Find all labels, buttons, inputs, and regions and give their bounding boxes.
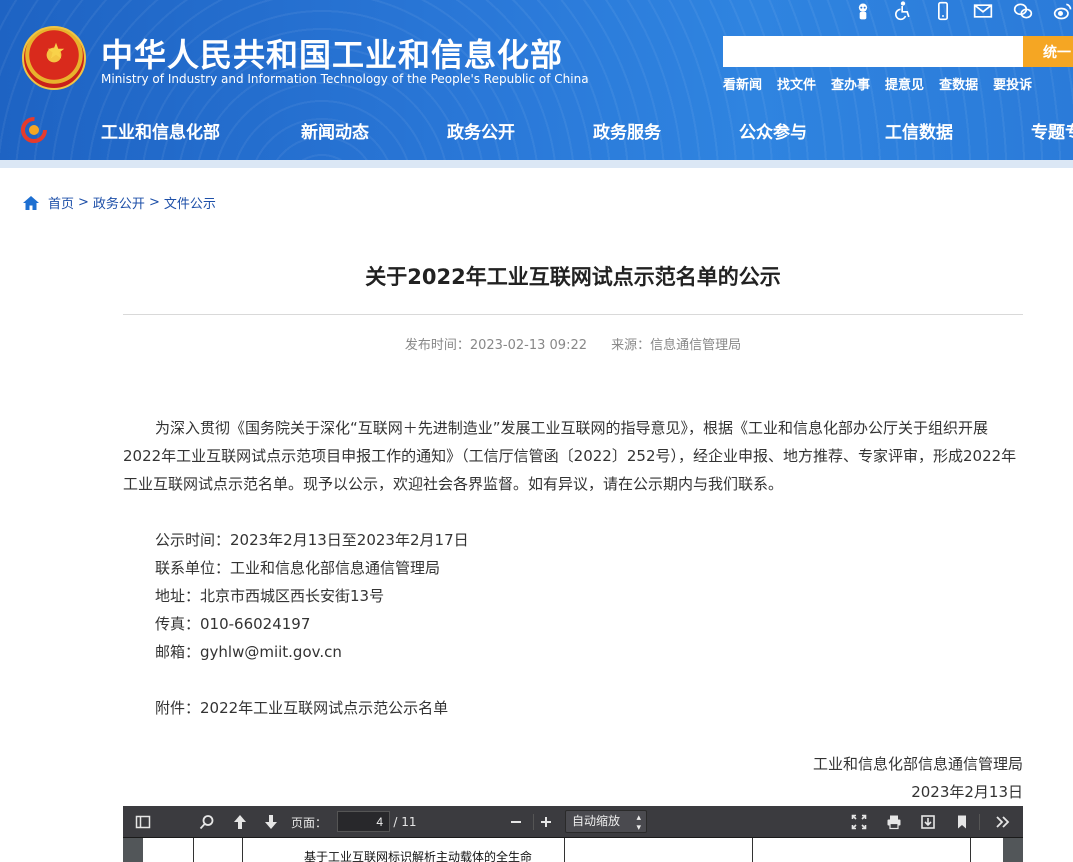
pdf-table: 基于工业互联网标识解析主动载体的全生命: [193, 838, 971, 862]
main-navigation: 工业和信息化部 新闻动态 政务公开 政务服务 公众参与 工信数据 专题专: [0, 112, 1073, 148]
sidebar-toggle-icon[interactable]: [133, 812, 153, 832]
accessibility-icon[interactable]: [890, 0, 916, 22]
page-label: 页面：: [291, 815, 328, 830]
table-column-line: [242, 838, 243, 862]
search-button[interactable]: 统一: [1023, 36, 1073, 67]
header-divider: [0, 160, 1073, 168]
quick-link-data[interactable]: 查数据: [939, 74, 978, 93]
zoom-select[interactable]: 自动缩放 ▴ ▾: [565, 810, 647, 833]
nav-item-public-participation[interactable]: 公众参与: [739, 118, 807, 143]
nav-item-government-affairs[interactable]: 政务公开: [447, 118, 515, 143]
mobile-icon[interactable]: [930, 0, 956, 22]
quick-link-documents[interactable]: 找文件: [777, 74, 816, 93]
article-title: 关于2022年工业互联网试点示范名单的公示: [365, 265, 781, 289]
zoom-in-icon[interactable]: [536, 812, 556, 832]
nav-item-news[interactable]: 新闻动态: [301, 118, 369, 143]
title-divider: [123, 314, 1023, 315]
page-number-input[interactable]: [337, 811, 390, 832]
contact-unit: 联系单位：工业和信息化部信息通信管理局: [155, 559, 441, 577]
robot-icon[interactable]: [850, 0, 876, 22]
breadcrumb-separator: >: [148, 195, 160, 210]
quick-link-complaint[interactable]: 要投诉: [993, 74, 1032, 93]
article-source: 来源：信息通信管理局: [611, 338, 742, 353]
mail-icon[interactable]: [970, 0, 996, 22]
contact-email: 邮箱：gyhlw@miit.gov.cn: [155, 643, 342, 661]
quick-link-news[interactable]: 看新闻: [723, 74, 762, 93]
signature-date: 2023年2月13日: [911, 783, 1023, 801]
quick-links: 看新闻 找文件 查办事 提意见 查数据 要投诉: [723, 74, 1032, 93]
site-header: 中华人民共和国工业和信息化部 Ministry of Industry and …: [0, 0, 1073, 160]
zoom-select-value: 自动缩放: [572, 814, 621, 828]
breadcrumb-government-affairs[interactable]: 政务公开: [93, 193, 145, 212]
nav-item-data[interactable]: 工信数据: [885, 118, 953, 143]
download-icon[interactable]: [918, 812, 938, 832]
next-page-icon[interactable]: [261, 812, 281, 832]
ministry-logo-icon[interactable]: [20, 116, 48, 144]
toolbar-separator: [979, 814, 980, 830]
nav-item-topics[interactable]: 专题专: [1031, 118, 1073, 143]
table-cell-text: 基于工业互联网标识解析主动载体的全生命: [304, 850, 533, 862]
publish-time: 发布时间：2023-02-13 09:22: [404, 338, 587, 353]
notice-period: 公示时间：2023年2月13日至2023年2月17日: [155, 531, 469, 549]
breadcrumb-home[interactable]: 首页: [48, 193, 74, 212]
nav-item-services[interactable]: 政务服务: [593, 118, 661, 143]
total-pages: / 11: [393, 815, 417, 829]
pdf-page: 基于工业互联网标识解析主动载体的全生命: [143, 838, 1003, 862]
search-input[interactable]: [723, 36, 1023, 67]
article-meta: 发布时间：2023-02-13 09:22 来源：信息通信管理局: [123, 334, 1023, 353]
contact-fax: 传真：010-66024197: [155, 615, 311, 633]
zoom-out-icon[interactable]: [506, 812, 526, 832]
national-emblem-logo[interactable]: [22, 26, 86, 90]
home-icon: [23, 195, 39, 210]
presentation-mode-icon[interactable]: [849, 812, 869, 832]
print-icon[interactable]: [884, 812, 904, 832]
wechat-icon[interactable]: [1010, 0, 1036, 22]
contact-address: 地址：北京市西城区西长安街13号: [155, 587, 385, 605]
signature-org: 工业和信息化部信息通信管理局: [812, 755, 1023, 773]
toolbar-separator: [533, 814, 534, 830]
quick-link-feedback[interactable]: 提意见: [885, 74, 924, 93]
tools-menu-icon[interactable]: [993, 812, 1013, 832]
weibo-icon[interactable]: [1050, 0, 1073, 22]
table-column-line: [752, 838, 753, 862]
pdf-document-area[interactable]: 基于工业互联网标识解析主动载体的全生命: [123, 838, 1023, 862]
breadcrumb: 首页 > 政务公开 > 文件公示: [22, 193, 216, 212]
site-title-english: Ministry of Industry and Information Tec…: [101, 72, 589, 86]
find-icon[interactable]: [197, 812, 217, 832]
star-icon: [47, 42, 65, 59]
select-arrows-icon: ▴ ▾: [636, 813, 641, 833]
quick-link-services[interactable]: 查办事: [831, 74, 870, 93]
breadcrumb-file-notice[interactable]: 文件公示: [164, 193, 216, 212]
nav-item-ministry[interactable]: 工业和信息化部: [101, 118, 220, 143]
breadcrumb-separator: >: [78, 195, 89, 210]
previous-page-icon[interactable]: [230, 812, 250, 832]
attachment-link[interactable]: 附件：2022年工业互联网试点示范公示名单: [155, 697, 448, 718]
table-column-line: [564, 838, 565, 862]
site-title[interactable]: 中华人民共和国工业和信息化部: [101, 30, 563, 76]
bookmark-icon[interactable]: [952, 812, 972, 832]
pdf-toolbar: 页面： / 11 自动缩放 ▴▾: [123, 806, 1023, 838]
top-icon-bar: [850, 0, 1073, 22]
article-body-paragraph: 为深入贯彻《国务院关于深化“互联网＋先进制造业”发展工业互联网的指导意见》，根据…: [123, 419, 1017, 493]
